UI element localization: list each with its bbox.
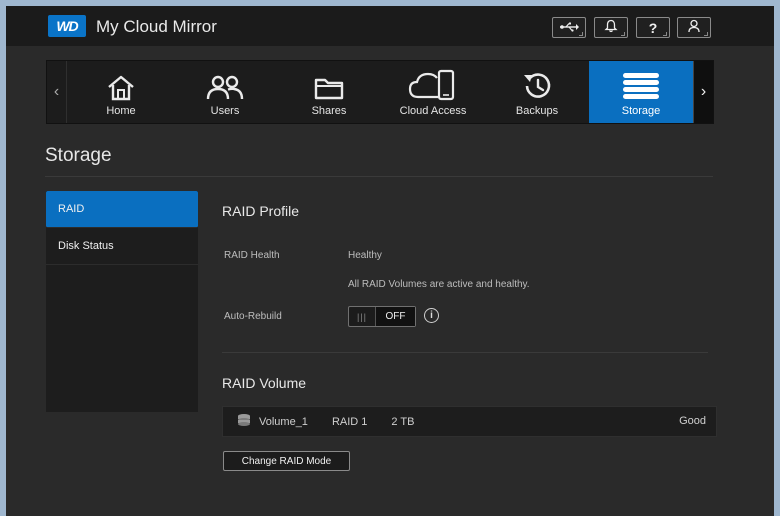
- auto-rebuild-label: Auto-Rebuild: [224, 311, 282, 322]
- sidebar-item-raid[interactable]: RAID: [46, 191, 198, 228]
- volume-row[interactable]: Volume_1 RAID 1 2 TB Good: [222, 406, 717, 437]
- notifications-button[interactable]: [594, 17, 628, 38]
- bell-icon: [604, 19, 618, 36]
- help-button[interactable]: ?: [636, 17, 670, 38]
- title-divider: [45, 176, 713, 177]
- home-icon: [108, 75, 134, 101]
- nav-label-cloud-access: Cloud Access: [399, 105, 467, 117]
- wd-logo: WD: [48, 15, 86, 37]
- raid-health-label: RAID Health: [224, 250, 280, 261]
- nav-scroll-left-button[interactable]: ‹: [47, 61, 67, 123]
- storage-sidebar: RAID Disk Status: [46, 191, 198, 412]
- nav-label-storage: Storage: [621, 105, 661, 117]
- volume-status: Good: [679, 415, 706, 427]
- sidebar-item-label: Disk Status: [58, 240, 114, 252]
- auto-rebuild-toggle[interactable]: ||| OFF: [348, 306, 416, 327]
- folder-icon: [314, 78, 344, 100]
- sidebar-item-disk-status[interactable]: Disk Status: [46, 228, 198, 265]
- nav-label-users: Users: [210, 105, 240, 117]
- nav-label-shares: Shares: [311, 105, 347, 117]
- change-raid-mode-button[interactable]: Change RAID Mode: [223, 451, 350, 471]
- usb-icon: [559, 21, 579, 35]
- volume-name: Volume_1: [259, 415, 308, 428]
- window-frame-right: [774, 0, 780, 516]
- page-title: Storage: [45, 145, 112, 166]
- nav-item-storage[interactable]: Storage: [589, 61, 693, 123]
- volume-size: 2 TB: [391, 415, 415, 428]
- nav-item-cloud-access[interactable]: Cloud Access: [381, 61, 485, 123]
- history-icon: [524, 73, 551, 98]
- help-icon: ?: [648, 19, 658, 36]
- nav-item-home[interactable]: Home: [69, 61, 173, 123]
- sidebar-item-label: RAID: [58, 203, 85, 215]
- nav-label-backups: Backups: [515, 105, 559, 117]
- top-bar: WD My Cloud Mirror ?: [6, 6, 774, 46]
- nav-scroll-right-button[interactable]: ›: [693, 61, 713, 123]
- info-icon[interactable]: i: [424, 308, 439, 323]
- user-icon: [687, 19, 701, 36]
- volume-raid-level: RAID 1: [331, 415, 368, 428]
- main-navigation: ‹ Home Users Shares Cloud Access Backups…: [46, 60, 714, 124]
- nav-label-home: Home: [106, 105, 136, 117]
- toggle-state: OFF: [376, 307, 415, 326]
- disk-stack-icon: [237, 413, 251, 430]
- nav-item-backups[interactable]: Backups: [485, 61, 589, 123]
- storage-icon: [623, 73, 659, 99]
- cloud-device-icon: [408, 69, 455, 101]
- nav-item-users[interactable]: Users: [173, 61, 277, 123]
- raid-health-value: Healthy: [348, 250, 382, 261]
- nav-item-shares[interactable]: Shares: [277, 61, 381, 123]
- raid-health-detail: All RAID Volumes are active and healthy.: [348, 279, 530, 290]
- raid-profile-heading: RAID Profile: [222, 203, 300, 219]
- chevron-right-icon: ›: [700, 83, 707, 100]
- window-frame-left: [0, 0, 6, 516]
- chevron-left-icon: ‹: [53, 83, 60, 100]
- toggle-grip: |||: [349, 307, 376, 326]
- app-title: My Cloud Mirror: [96, 17, 217, 36]
- users-icon: [206, 75, 244, 100]
- section-divider: [222, 352, 708, 353]
- user-menu-button[interactable]: [677, 17, 711, 38]
- raid-volume-heading: RAID Volume: [222, 375, 307, 391]
- usb-button[interactable]: [552, 17, 586, 38]
